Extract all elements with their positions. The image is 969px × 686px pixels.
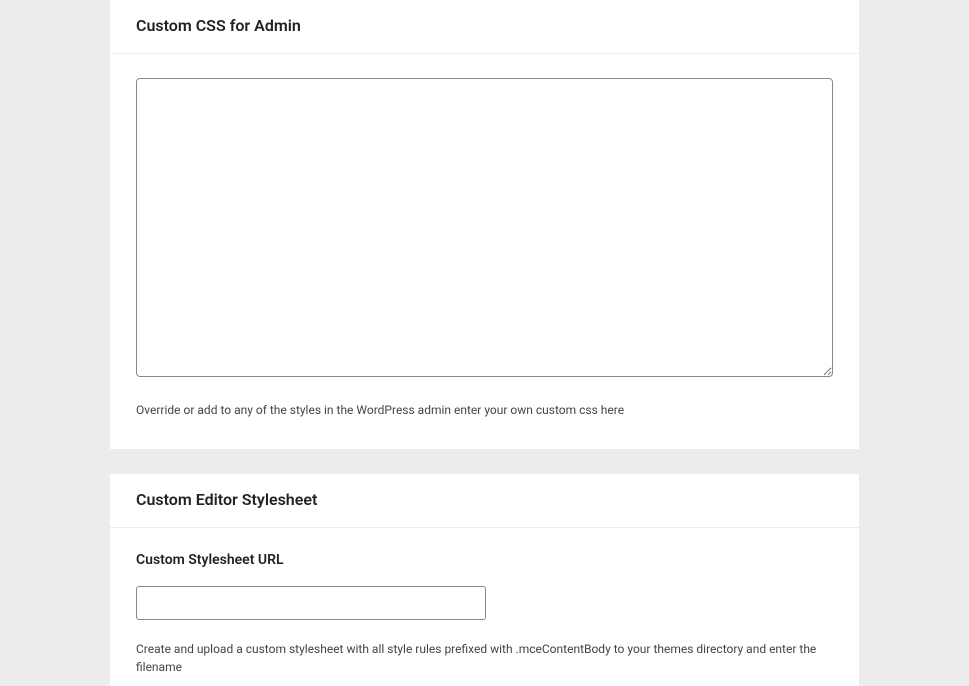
panel-title-custom-editor-stylesheet: Custom Editor Stylesheet (136, 490, 833, 509)
custom-css-admin-panel: Custom CSS for Admin Override or add to … (110, 0, 859, 449)
stylesheet-url-label: Custom Stylesheet URL (136, 552, 833, 568)
panel-header: Custom Editor Stylesheet (110, 474, 859, 528)
custom-css-textarea[interactable] (136, 78, 833, 377)
custom-editor-stylesheet-panel: Custom Editor Stylesheet Custom Styleshe… (110, 474, 859, 686)
panel-header: Custom CSS for Admin (110, 0, 859, 54)
stylesheet-url-help-text: Create and upload a custom stylesheet wi… (136, 640, 833, 676)
custom-css-help-text: Override or add to any of the styles in … (136, 401, 833, 419)
stylesheet-url-input[interactable] (136, 586, 486, 620)
panel-title-custom-css-admin: Custom CSS for Admin (136, 16, 833, 35)
panel-body: Custom Stylesheet URL Create and upload … (110, 528, 859, 686)
panel-body: Override or add to any of the styles in … (110, 54, 859, 449)
